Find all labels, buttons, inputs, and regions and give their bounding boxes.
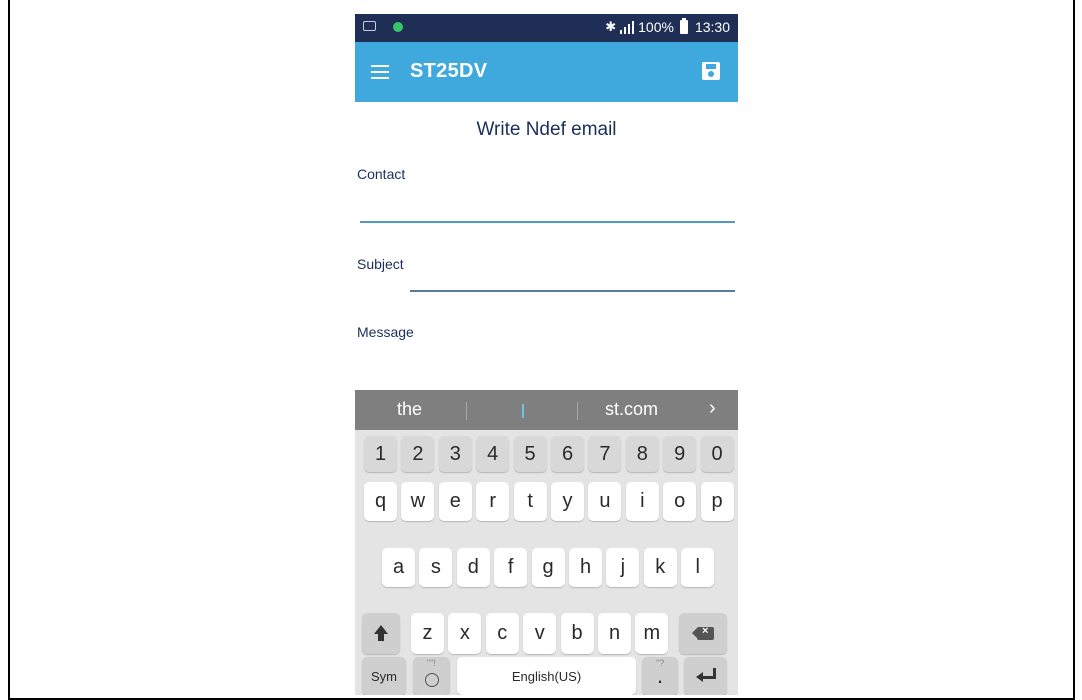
key-5[interactable]: 5	[513, 436, 547, 472]
app-notification-dot-icon	[393, 22, 403, 32]
key-6[interactable]: 6	[551, 436, 584, 472]
key-v[interactable]: v	[523, 613, 557, 654]
key-7[interactable]: 7	[588, 436, 622, 472]
key-r[interactable]: r	[476, 482, 510, 521]
app-bar: ST25DV	[355, 42, 738, 102]
suggestion-left[interactable]: the	[397, 399, 422, 420]
key-e[interactable]: e	[438, 482, 472, 521]
backspace-key[interactable]: ×	[679, 613, 727, 654]
contact-label: Contact	[357, 166, 406, 182]
key-z[interactable]: z	[411, 613, 444, 654]
suggestion-bar: the st.com ›	[355, 390, 738, 430]
key-h[interactable]: h	[569, 548, 602, 587]
signal-icon	[620, 20, 635, 34]
suggestion-right[interactable]: st.com	[605, 399, 658, 420]
key-c[interactable]: c	[485, 613, 519, 654]
key-y[interactable]: y	[551, 482, 584, 521]
period-key[interactable]: "? .	[642, 657, 678, 695]
space-key[interactable]: English(US)	[457, 657, 636, 695]
backspace-icon: ×	[692, 625, 714, 640]
key-3[interactable]: 3	[438, 436, 472, 472]
more-suggestions-icon[interactable]: ›	[709, 397, 716, 420]
key-8[interactable]: 8	[625, 436, 659, 472]
key-i[interactable]: i	[625, 482, 659, 521]
hamburger-menu-icon[interactable]	[371, 65, 389, 79]
emoji-icon	[424, 673, 439, 687]
on-screen-keyboard: 1234567890 qwertyuiop asdfghjkl zxcvbnm …	[355, 430, 738, 695]
key-o[interactable]: o	[663, 482, 697, 521]
emoji-key[interactable]: ""!	[413, 657, 450, 695]
subject-label: Subject	[357, 256, 404, 272]
battery-icon	[679, 18, 688, 34]
key-a[interactable]: a	[382, 548, 415, 587]
key-9[interactable]: 9	[663, 436, 697, 472]
keyboard-icon	[363, 21, 376, 31]
subject-field[interactable]	[409, 262, 735, 292]
status-bar: ✱ 100% 13:30	[355, 14, 738, 42]
subject-field-underline	[410, 290, 735, 292]
key-d[interactable]: d	[456, 548, 490, 587]
email-form: Write Ndef email Contact Subject Message	[355, 102, 738, 390]
form-title: Write Ndef email	[476, 119, 617, 140]
key-b[interactable]: b	[560, 613, 594, 654]
enter-key[interactable]	[684, 657, 727, 695]
key-p[interactable]: p	[700, 482, 734, 521]
clock: 13:30	[694, 19, 730, 35]
key-2[interactable]: 2	[401, 436, 435, 472]
key-n[interactable]: n	[598, 613, 631, 654]
key-q[interactable]: q	[364, 482, 397, 521]
phone-screen: ✱ 100% 13:30 ST25DV Write Ndef email Con…	[355, 14, 738, 695]
key-u[interactable]: u	[588, 482, 622, 521]
emoji-key-hint: ""!	[427, 658, 436, 668]
contact-field[interactable]	[359, 192, 735, 222]
key-m[interactable]: m	[635, 613, 669, 654]
key-t[interactable]: t	[513, 482, 547, 521]
suggestion-divider	[466, 402, 467, 420]
message-field[interactable]	[359, 346, 735, 386]
key-f[interactable]: f	[494, 548, 528, 587]
shift-key[interactable]	[362, 613, 400, 654]
message-label: Message	[357, 324, 414, 340]
key-l[interactable]: l	[681, 548, 715, 587]
period-key-hint: "?	[656, 658, 665, 668]
key-k[interactable]: k	[643, 548, 677, 587]
battery-percent: 100%	[638, 19, 674, 35]
contact-field-underline	[360, 221, 735, 223]
key-x[interactable]: x	[448, 613, 482, 654]
key-1[interactable]: 1	[364, 436, 397, 472]
app-title: ST25DV	[410, 60, 488, 82]
save-icon[interactable]	[702, 62, 720, 80]
bluetooth-icon: ✱	[605, 19, 617, 34]
key-g[interactable]: g	[531, 548, 565, 587]
enter-icon	[695, 668, 716, 684]
suggestion-divider	[577, 402, 578, 420]
shift-icon	[373, 624, 389, 643]
key-s[interactable]: s	[419, 548, 453, 587]
suggestion-middle[interactable]	[522, 404, 524, 418]
key-w[interactable]: w	[401, 482, 435, 521]
key-4[interactable]: 4	[476, 436, 510, 472]
sym-key[interactable]: Sym	[362, 657, 406, 695]
key-j[interactable]: j	[606, 548, 640, 587]
key-0[interactable]: 0	[700, 436, 734, 472]
